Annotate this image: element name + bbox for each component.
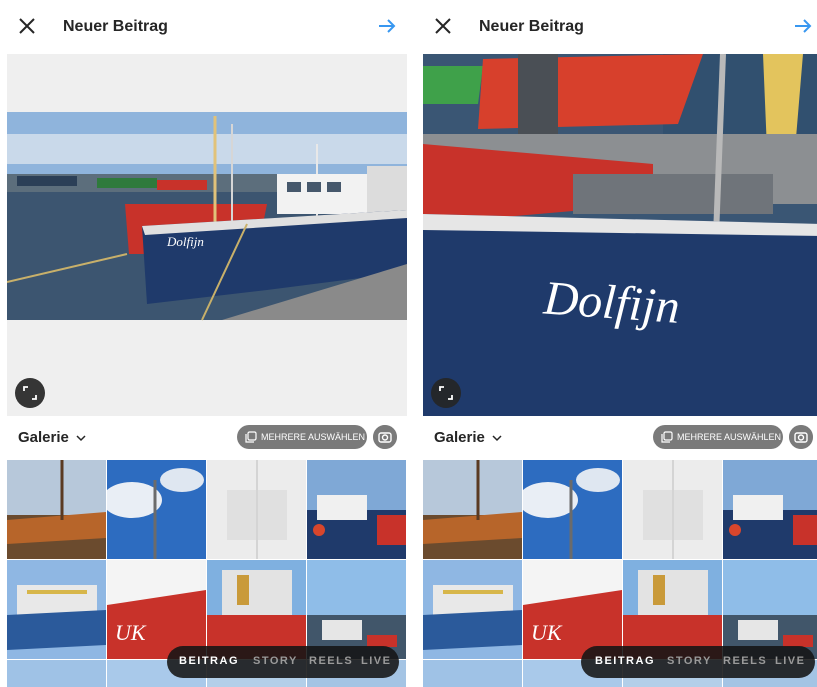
boat-name-label: Dolfijn	[541, 271, 681, 333]
gallery-bar: Galerie MEHRERE AUSWÄHLEN	[7, 416, 407, 460]
gallery-thumbnail[interactable]	[423, 560, 522, 659]
mode-switcher: BEITRAG STORY REELS LIVE	[167, 646, 399, 678]
gallery-thumbnail[interactable]	[307, 460, 406, 559]
top-bar: Neuer Beitrag	[7, 0, 407, 54]
chevron-down-icon[interactable]	[75, 432, 87, 444]
expand-icon[interactable]	[431, 378, 461, 408]
gallery-thumbnail[interactable]	[207, 560, 306, 659]
preview-image: Dolfijn	[7, 54, 407, 416]
gallery-thumbnail[interactable]	[623, 560, 722, 659]
gallery-title[interactable]: Galerie	[434, 429, 485, 446]
camera-icon[interactable]	[373, 425, 397, 449]
gallery-thumbnail[interactable]	[7, 660, 106, 687]
multi-select-label: MEHRERE AUSWÄHLEN	[677, 432, 782, 442]
mode-beitrag[interactable]: BEITRAG	[595, 655, 655, 667]
gallery-thumbnail[interactable]	[107, 460, 206, 559]
page-title: Neuer Beitrag	[63, 18, 168, 35]
screen-left: Neuer Beitrag Dolfijn Galerie MEHRERE AU…	[7, 0, 407, 687]
multi-select-label: MEHRERE AUSWÄHLEN	[261, 432, 366, 442]
gallery-thumbnail[interactable]	[423, 460, 522, 559]
svg-text:UK: UK	[115, 620, 147, 645]
gallery-thumbnail[interactable]	[307, 560, 406, 659]
multi-select-button[interactable]: MEHRERE AUSWÄHLEN	[653, 425, 783, 449]
top-bar: Neuer Beitrag	[423, 0, 817, 54]
mode-story[interactable]: STORY	[667, 655, 712, 667]
gallery-thumbnail[interactable]	[423, 660, 522, 687]
chevron-down-icon[interactable]	[491, 432, 503, 444]
mode-story[interactable]: STORY	[253, 655, 298, 667]
mode-beitrag[interactable]: BEITRAG	[179, 655, 239, 667]
gallery-thumbnail[interactable]	[523, 460, 622, 559]
camera-icon[interactable]	[789, 425, 813, 449]
preview-image: Dolfijn	[423, 54, 817, 416]
screen-right: Neuer Beitrag Dolfijn Galerie MEHRERE AU…	[423, 0, 817, 687]
gallery-thumbnail[interactable]	[623, 460, 722, 559]
gallery-thumbnail[interactable]	[723, 460, 817, 559]
mode-live[interactable]: LIVE	[361, 655, 391, 667]
close-icon[interactable]	[431, 14, 455, 38]
multiple-select-icon	[661, 431, 673, 443]
mode-live[interactable]: LIVE	[775, 655, 805, 667]
svg-text:UK: UK	[531, 620, 563, 645]
gallery-thumbnail[interactable]	[723, 560, 817, 659]
close-icon[interactable]	[15, 14, 39, 38]
gallery-thumbnail[interactable]	[7, 460, 106, 559]
page-title: Neuer Beitrag	[479, 18, 584, 35]
mode-reels[interactable]: REELS	[723, 655, 767, 667]
photo-preview[interactable]: Dolfijn	[7, 54, 407, 416]
gallery-title[interactable]: Galerie	[18, 429, 69, 446]
arrow-right-icon[interactable]	[375, 14, 399, 38]
gallery-thumbnail[interactable]: UK	[523, 560, 622, 659]
photo-preview[interactable]: Dolfijn	[423, 54, 817, 416]
gallery-thumbnail[interactable]	[207, 460, 306, 559]
multi-select-button[interactable]: MEHRERE AUSWÄHLEN	[237, 425, 367, 449]
expand-icon[interactable]	[15, 378, 45, 408]
gallery-bar: Galerie MEHRERE AUSWÄHLEN	[423, 416, 817, 460]
mode-reels[interactable]: REELS	[309, 655, 353, 667]
multiple-select-icon	[245, 431, 257, 443]
gallery-thumbnail[interactable]	[7, 560, 106, 659]
boat-name-label: Dolfijn	[166, 234, 204, 249]
arrow-right-icon[interactable]	[791, 14, 815, 38]
gallery-thumbnail[interactable]: UK	[107, 560, 206, 659]
mode-switcher: BEITRAG STORY REELS LIVE	[581, 646, 815, 678]
